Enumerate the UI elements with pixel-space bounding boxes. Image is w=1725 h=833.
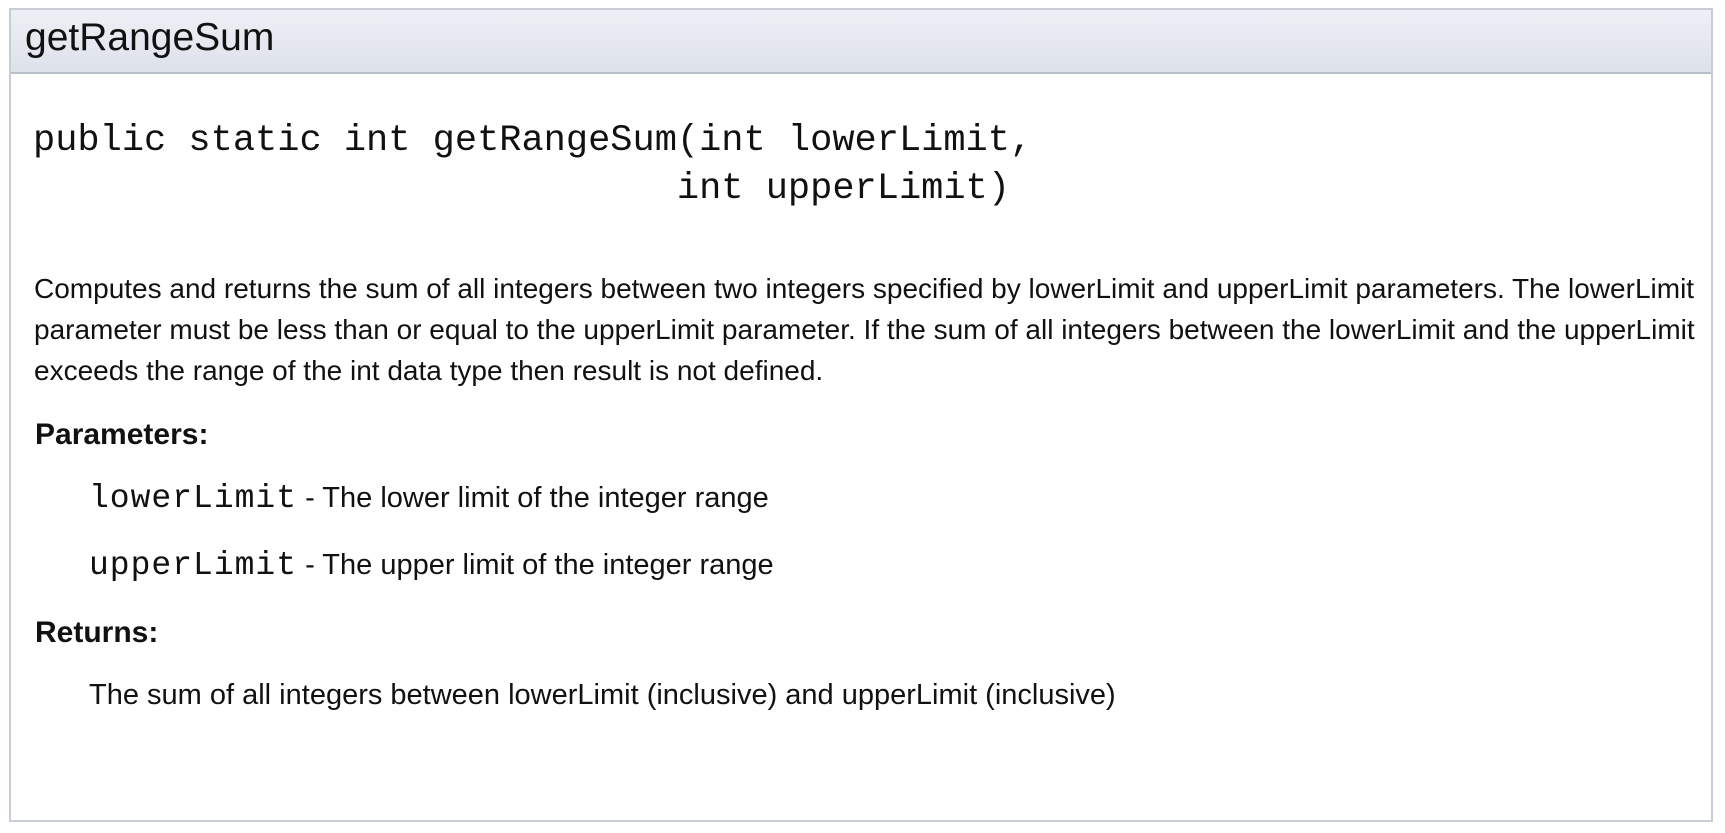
signature-line-2: int upperLimit) xyxy=(33,168,1010,210)
method-description: Computes and returns the sum of all inte… xyxy=(34,273,1695,386)
method-title: getRangeSum xyxy=(25,16,275,59)
parameter-item: lowerLimit - The lower limit of the inte… xyxy=(89,480,769,517)
parameter-description: - The upper limit of the integer range xyxy=(297,549,774,581)
parameter-name: lowerLimit xyxy=(89,480,298,517)
parameter-name: upperLimit xyxy=(89,547,298,584)
method-header: getRangeSum xyxy=(11,10,1711,74)
signature-line-1: public static int getRangeSum(int lowerL… xyxy=(33,120,1033,162)
returns-label: Returns: xyxy=(35,616,159,649)
parameters-label: Parameters: xyxy=(35,418,209,451)
method-signature: public static int getRangeSum(int lowerL… xyxy=(33,117,1032,213)
parameter-item: upperLimit - The upper limit of the inte… xyxy=(89,547,774,584)
parameter-description: - The lower limit of the integer range xyxy=(297,482,769,514)
returns-description: The sum of all integers between lowerLim… xyxy=(89,679,1116,711)
method-detail-panel: getRangeSum public static int getRangeSu… xyxy=(9,8,1713,822)
